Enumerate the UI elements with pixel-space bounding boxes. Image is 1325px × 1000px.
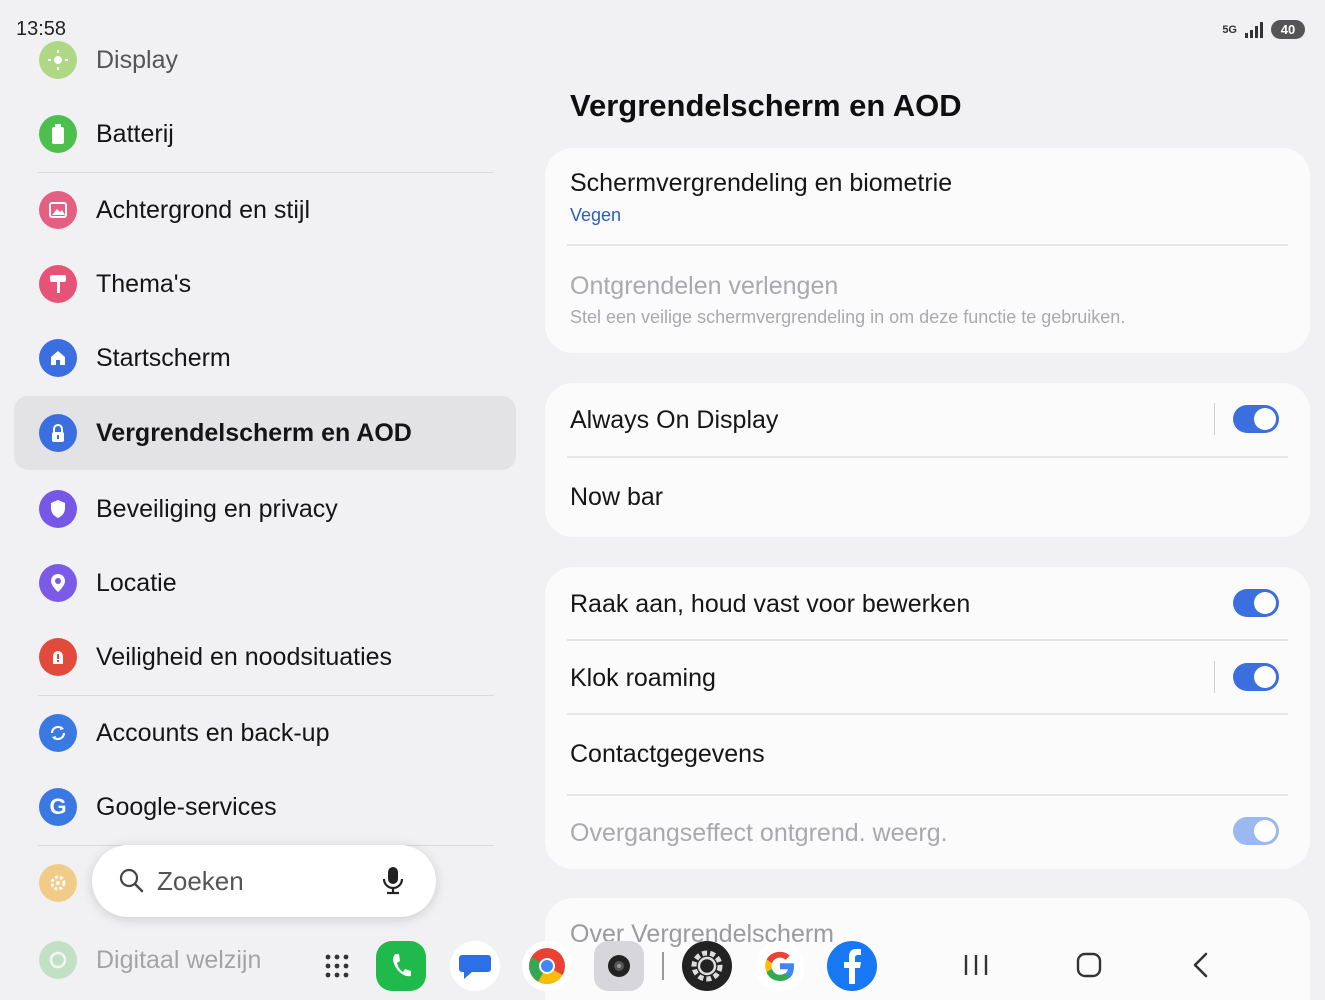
- row-contactgegevens[interactable]: Contactgegevens: [545, 715, 1310, 794]
- always-on-display-toggle[interactable]: [1233, 405, 1279, 433]
- row-overgangseffect: Overgangseffect ontgrend. weerg.: [545, 796, 1310, 869]
- sidebar-item-display[interactable]: Display: [14, 23, 516, 97]
- raak-aan-toggle[interactable]: [1233, 589, 1279, 617]
- row-title: Schermvergrendeling en biometrie: [570, 169, 953, 197]
- sidebar-item-achtergrond[interactable]: Achtergrond en stijl: [14, 173, 516, 247]
- sidebar-item-batterij[interactable]: Batterij: [14, 97, 516, 171]
- sidebar-item-label: Locatie: [96, 568, 177, 597]
- row-subtitle: Vegen: [570, 205, 622, 225]
- sidebar-item-label: Beveiliging en privacy: [96, 494, 338, 523]
- sidebar-item-google[interactable]: G Google-services: [14, 770, 516, 844]
- separator: [1214, 661, 1215, 693]
- sidebar-item-label: Display: [96, 45, 178, 74]
- row-title: Overgangseffect ontgrend. weerg.: [570, 819, 948, 847]
- settings-icon[interactable]: [682, 941, 732, 991]
- overgangseffect-toggle: [1233, 817, 1279, 845]
- search-bar[interactable]: Zoeken: [92, 845, 436, 917]
- wellbeing-icon: [39, 941, 77, 979]
- battery-level: 40: [1271, 20, 1305, 39]
- apps-grid-icon[interactable]: [312, 941, 362, 991]
- home-icon: [39, 339, 77, 377]
- row-title: Raak aan, houd vast voor bewerken: [570, 590, 971, 618]
- shield-icon: [39, 490, 77, 528]
- search-icon: [118, 867, 144, 898]
- row-ontgrendelen-verlengen: Ontgrendelen verlengen Stel een veilige …: [545, 246, 1310, 353]
- row-schermvergrendeling[interactable]: Schermvergrendeling en biometrie Vegen: [545, 148, 1310, 245]
- row-title: Ontgrendelen verlengen: [570, 272, 839, 300]
- sidebar-item-startscherm[interactable]: Startscherm: [14, 321, 516, 395]
- sidebar-item-label: Achtergrond en stijl: [96, 195, 311, 224]
- gear-icon: [39, 864, 77, 902]
- sun-icon: [39, 41, 77, 79]
- sidebar-item-label: Batterij: [96, 119, 174, 148]
- sidebar-item-label: Google-services: [96, 792, 277, 821]
- row-klok-roaming[interactable]: Klok roaming: [545, 641, 1310, 714]
- search-label: Zoeken: [157, 865, 244, 896]
- sidebar-item-label: Thema's: [96, 269, 192, 298]
- row-title: Contactgegevens: [570, 740, 765, 768]
- mic-icon[interactable]: [382, 865, 404, 900]
- google-g-icon: G: [39, 788, 77, 826]
- row-title: Now bar: [570, 483, 664, 511]
- sidebar-item-welzijn[interactable]: Digitaal welzijn: [14, 923, 516, 997]
- sidebar-item-accounts[interactable]: Accounts en back-up: [14, 696, 516, 770]
- location-icon: [39, 564, 77, 602]
- sidebar-item-label: Digitaal welzijn: [96, 945, 262, 974]
- settings-group: Always On Display Now bar: [545, 383, 1310, 537]
- sidebar-item-beveiliging[interactable]: Beveiliging en privacy: [14, 472, 516, 546]
- separator: [1214, 403, 1215, 435]
- sidebar-item-veiligheid[interactable]: Veiligheid en noodsituaties: [14, 620, 516, 694]
- row-title: Klok roaming: [570, 664, 716, 692]
- status-indicators: 5G 40: [1222, 20, 1305, 39]
- sidebar-item-label: Accounts en back-up: [96, 718, 330, 747]
- facebook-icon[interactable]: [827, 941, 877, 991]
- row-title: Always On Display: [570, 406, 779, 434]
- sidebar-item-label: Vergrendelscherm en AOD: [96, 418, 412, 447]
- home-button-icon[interactable]: [1075, 950, 1103, 985]
- row-raak-aan[interactable]: Raak aan, houd vast voor bewerken: [545, 567, 1310, 640]
- sidebar-item-label: Veiligheid en noodsituaties: [96, 642, 393, 671]
- chrome-icon[interactable]: [522, 941, 572, 991]
- page-title: Vergrendelscherm en AOD: [570, 88, 962, 123]
- settings-sidebar: Display Batterij Achtergrond en stijl Th…: [0, 0, 530, 1000]
- settings-group: Raak aan, houd vast voor bewerken Klok r…: [545, 567, 1310, 869]
- messages-icon[interactable]: [450, 941, 500, 991]
- camera-icon[interactable]: [594, 941, 644, 991]
- google-icon[interactable]: [755, 941, 805, 991]
- sync-icon: [39, 714, 77, 752]
- recent-apps-icon[interactable]: [963, 950, 989, 985]
- sidebar-item-locatie[interactable]: Locatie: [14, 546, 516, 620]
- sidebar-item-vergrendelscherm[interactable]: Vergrendelscherm en AOD: [14, 396, 516, 470]
- settings-group: Schermvergrendeling en biometrie Vegen O…: [545, 148, 1310, 353]
- lock-icon: [39, 414, 77, 452]
- row-subtitle: Stel een veilige schermvergrendeling in …: [570, 307, 1126, 327]
- signal-icon: [1245, 21, 1263, 38]
- sidebar-item-label: Startscherm: [96, 343, 231, 372]
- klok-roaming-toggle[interactable]: [1233, 663, 1279, 691]
- back-icon[interactable]: [1190, 950, 1212, 985]
- sidebar-item-themas[interactable]: Thema's: [14, 247, 516, 321]
- row-always-on-display[interactable]: Always On Display: [545, 383, 1310, 457]
- battery-icon: [39, 115, 77, 153]
- alert-icon: [39, 638, 77, 676]
- phone-icon[interactable]: [376, 941, 426, 991]
- paint-roller-icon: [39, 265, 77, 303]
- taskbar-divider: [662, 952, 664, 980]
- row-now-bar[interactable]: Now bar: [545, 458, 1310, 537]
- network-type: 5G: [1222, 23, 1237, 36]
- image-icon: [39, 191, 77, 229]
